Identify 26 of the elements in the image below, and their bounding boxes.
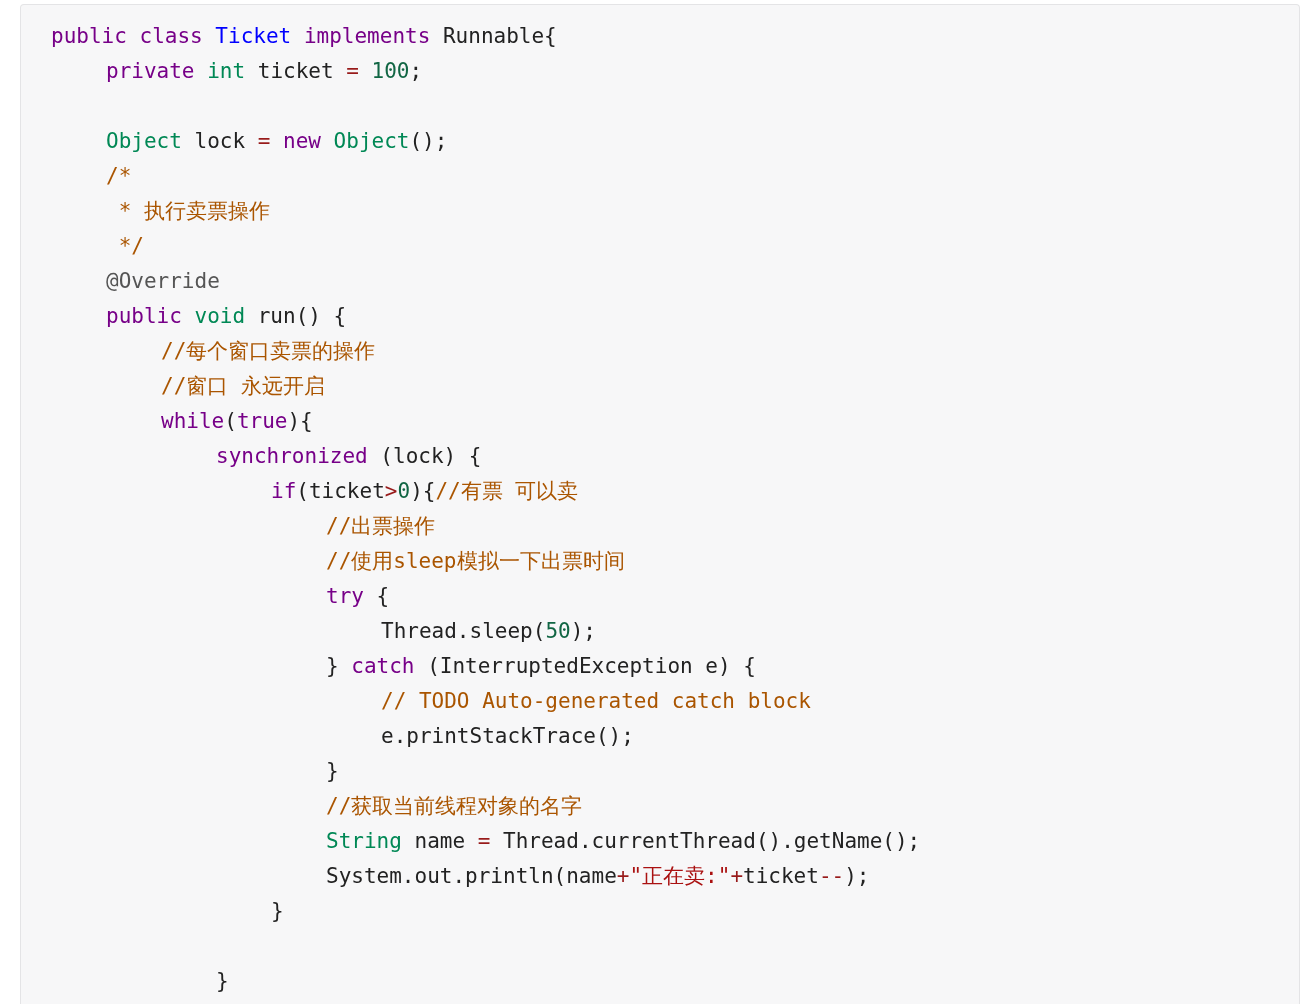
code-line: //窗口 永远开启: [161, 373, 325, 400]
code-line: */: [117, 233, 144, 260]
code-line: //每个窗口卖票的操作: [161, 338, 376, 365]
code-line: System.out.println(name+"正在卖:"+ticket--);: [326, 863, 870, 890]
code-line: private int ticket = 100;: [106, 58, 423, 85]
code-line: //获取当前线程对象的名字: [326, 793, 583, 820]
code-line: } catch (InterruptedException e) {: [326, 653, 756, 680]
code-line: e.printStackTrace();: [381, 723, 634, 750]
code-line: //出票操作: [326, 513, 436, 540]
code-line: synchronized (lock) {: [216, 443, 482, 470]
code-line: try {: [326, 583, 390, 610]
code-line: /*: [106, 163, 132, 190]
code-line: //使用sleep模拟一下出票时间: [326, 548, 625, 575]
code-line: while(true){: [161, 408, 313, 435]
code-line: }: [271, 898, 284, 925]
code-line: public class Ticket implements Runnable{: [51, 23, 557, 50]
code-line: Object lock = new Object();: [106, 128, 448, 155]
code-line: // TODO Auto-generated catch block: [381, 688, 811, 715]
code-line: }: [326, 758, 339, 785]
code-line: public void run() {: [106, 303, 347, 330]
code-line: @Override: [106, 268, 220, 295]
code-line: }: [216, 968, 229, 995]
code-line: String name = Thread.currentThread().getName();: [326, 828, 921, 855]
code-line: * 执行卖票操作: [117, 198, 270, 225]
code-line: if(ticket>0){//有票 可以卖: [271, 478, 579, 505]
code-line: Thread.sleep(50);: [381, 618, 596, 645]
